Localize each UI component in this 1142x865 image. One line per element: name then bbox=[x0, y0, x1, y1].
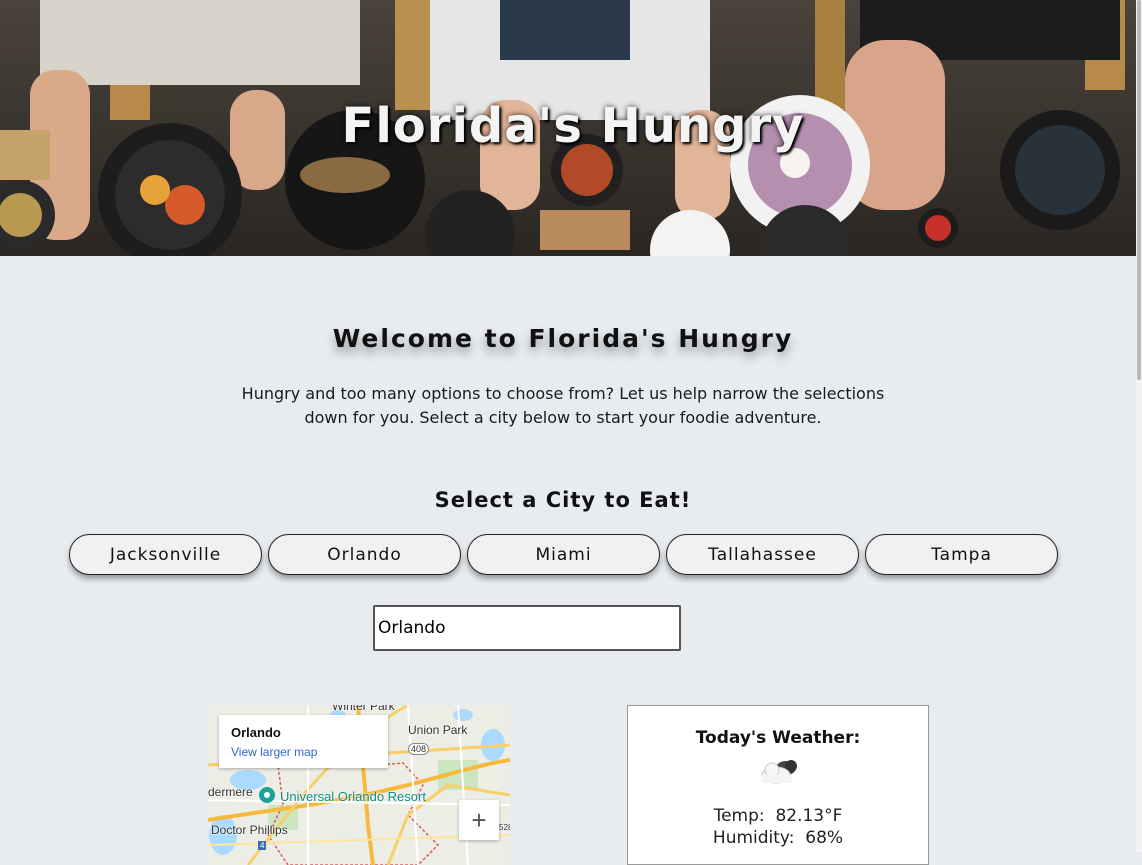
map-label-winter-park: Winter Park bbox=[332, 705, 395, 713]
city-button-jacksonville[interactable]: Jacksonville bbox=[69, 534, 262, 575]
city-button-tallahassee[interactable]: Tallahassee bbox=[666, 534, 859, 575]
scrollbar-thumb[interactable] bbox=[1137, 0, 1141, 380]
page-scrollbar[interactable] bbox=[1136, 0, 1142, 852]
map-label-doctor-phillips: Doctor Phillips bbox=[211, 823, 288, 837]
partly-cloudy-icon bbox=[761, 760, 797, 784]
weather-card: Today's Weather: Temp: 82.13°F Humidity:… bbox=[627, 705, 929, 865]
intro-text: Hungry and too many options to choose fr… bbox=[241, 384, 885, 427]
view-larger-map-link[interactable]: View larger map bbox=[231, 745, 317, 759]
map-label-route-528: 528 bbox=[499, 823, 510, 832]
hero-banner: Florida's Hungry bbox=[0, 0, 1136, 256]
city-button-tampa[interactable]: Tampa bbox=[865, 534, 1058, 575]
select-city-heading: Select a City to Eat! bbox=[434, 488, 692, 512]
map-card-title: Orlando bbox=[231, 725, 281, 740]
site-title: Florida's Hungry bbox=[341, 98, 805, 154]
map-label-union-park: Union Park bbox=[408, 723, 468, 737]
map-label-ermere: dermere bbox=[208, 785, 253, 799]
map-info-card: Orlando View larger map bbox=[219, 715, 388, 768]
weather-title: Today's Weather: bbox=[695, 728, 861, 748]
welcome-heading: Welcome to Florida's Hungry bbox=[332, 324, 794, 353]
city-button-group: Jacksonville Orlando Miami Tallahassee T… bbox=[69, 534, 1058, 575]
weather-temp: Temp: 82.13°F bbox=[628, 806, 928, 826]
city-button-orlando[interactable]: Orlando bbox=[268, 534, 461, 575]
city-map[interactable]: Winter Park Union Park 408 dermere Unive… bbox=[208, 705, 510, 865]
city-search-input[interactable] bbox=[373, 605, 681, 651]
temp-value: 82.13°F bbox=[775, 806, 843, 826]
humidity-value: 68% bbox=[805, 828, 844, 848]
map-zoom-in-button[interactable]: + bbox=[459, 800, 499, 840]
map-label-route-4: 4 bbox=[258, 841, 267, 850]
humidity-label: Humidity: bbox=[712, 828, 795, 848]
map-label-universal[interactable]: Universal Orlando Resort bbox=[280, 789, 426, 804]
temp-label: Temp: bbox=[713, 806, 765, 826]
weather-humidity: Humidity: 68% bbox=[628, 828, 928, 848]
city-button-miami[interactable]: Miami bbox=[467, 534, 660, 575]
map-label-route-408: 408 bbox=[408, 743, 430, 755]
